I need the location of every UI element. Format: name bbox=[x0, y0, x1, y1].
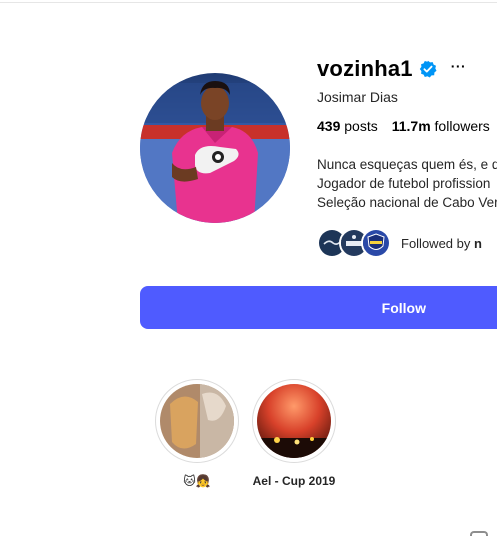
posts-stat: 439 posts bbox=[317, 118, 378, 134]
followers-count: 11.7m bbox=[391, 118, 431, 134]
bio-line: Nunca esqueças quem és, e d bbox=[317, 157, 497, 172]
highlight-cover bbox=[257, 384, 331, 458]
tagged-icon[interactable] bbox=[470, 531, 488, 536]
follow-button[interactable]: Follow bbox=[140, 286, 497, 329]
username[interactable]: vozinha1 bbox=[317, 56, 413, 82]
profile-stats: 439 posts 11.7m followers bbox=[317, 118, 490, 134]
top-divider bbox=[0, 2, 497, 3]
followed-by-label: Followed by bbox=[401, 235, 471, 251]
more-options-icon[interactable]: ··· bbox=[451, 58, 467, 74]
highlight-ring bbox=[155, 379, 239, 463]
highlight-item[interactable]: Ael - Cup 2019 bbox=[252, 379, 336, 488]
highlight-ring bbox=[252, 379, 336, 463]
follower-avatar bbox=[361, 228, 391, 258]
bio: Nunca esqueças quem és, e d Jogador de f… bbox=[317, 155, 497, 212]
followers-label: followers bbox=[434, 118, 490, 134]
bio-line: Jogador de futebol profission bbox=[317, 176, 491, 191]
grid-icon[interactable] bbox=[276, 530, 292, 536]
highlight-item[interactable]: 🐱👧 bbox=[155, 379, 239, 488]
username-row: vozinha1 ··· bbox=[317, 55, 466, 83]
followed-by-text: Followed by n bbox=[401, 236, 482, 251]
full-name: Josimar Dias bbox=[317, 89, 398, 105]
highlight-cover bbox=[160, 384, 234, 458]
bio-line: Seleção nacional de Cabo Ver bbox=[317, 195, 497, 210]
highlight-label: 🐱👧 bbox=[183, 474, 211, 488]
posts-label: posts bbox=[344, 118, 378, 134]
profile-avatar[interactable] bbox=[140, 73, 290, 223]
posts-count: 439 bbox=[317, 118, 341, 134]
followed-by-names: n bbox=[474, 235, 482, 251]
highlight-label: Ael - Cup 2019 bbox=[252, 474, 336, 488]
followers-stat[interactable]: 11.7m followers bbox=[392, 118, 490, 134]
followed-by[interactable]: Followed by n bbox=[317, 227, 497, 259]
verified-badge-icon bbox=[419, 60, 437, 78]
